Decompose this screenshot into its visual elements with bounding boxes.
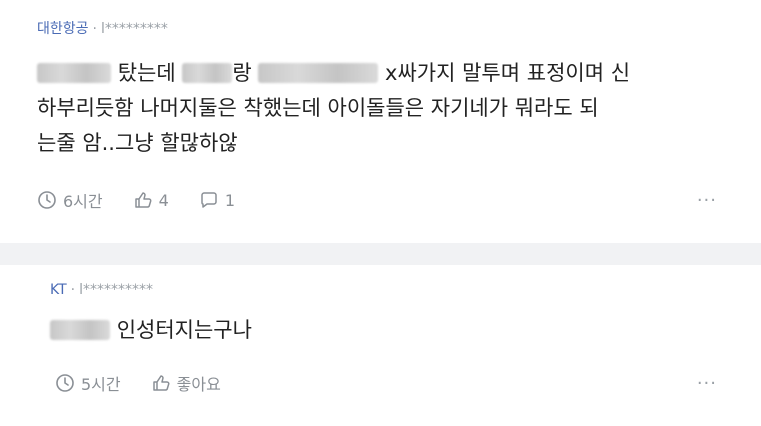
reply-count: 1 bbox=[224, 190, 235, 210]
comment-author[interactable]: 대한항공 bbox=[37, 21, 89, 37]
reply-button[interactable]: 1 bbox=[199, 190, 235, 210]
comment-body: 인성터지는구나 bbox=[50, 313, 730, 348]
clock-icon bbox=[38, 191, 56, 209]
comment-meta: KT · l********** bbox=[50, 282, 153, 298]
meta-separator: · bbox=[92, 21, 97, 37]
comment-text-segment: 랑 bbox=[232, 61, 252, 85]
comment-text-line: 는줄 암..그냥 할많하않 bbox=[37, 131, 238, 155]
time-label: 5시간 bbox=[81, 375, 121, 394]
more-options-button[interactable]: ··· bbox=[697, 373, 717, 394]
comment-actions: 6시간 4 1 bbox=[37, 188, 265, 212]
comment-text-segment: x싸가지 말투며 표정이며 신 bbox=[385, 61, 631, 85]
thumbs-up-icon bbox=[134, 192, 152, 208]
speech-bubble-icon bbox=[201, 192, 217, 208]
like-button[interactable]: 좋아요 bbox=[151, 371, 221, 395]
redacted-blur bbox=[37, 63, 111, 83]
comment-user-id: l********** bbox=[79, 282, 153, 298]
comment-1: 대한항공 · l********* 탔는데 랑 x싸가지 말투며 표정이며 신 하부… bbox=[0, 0, 761, 243]
comment-text-segment: 탔는데 bbox=[117, 61, 176, 85]
comment-actions: 5시간 좋아요 bbox=[55, 371, 251, 395]
comment-meta: 대한항공 · l********* bbox=[37, 18, 168, 38]
redacted-blur bbox=[258, 63, 379, 83]
timestamp: 6시간 bbox=[37, 188, 103, 212]
comment-user-id: l********* bbox=[100, 21, 168, 37]
time-label: 6시간 bbox=[63, 192, 103, 211]
redacted-blur bbox=[182, 63, 233, 83]
comment-divider bbox=[0, 243, 761, 265]
clock-icon bbox=[56, 374, 74, 392]
comment-author[interactable]: KT bbox=[50, 282, 67, 298]
thumbs-up-icon bbox=[152, 375, 170, 391]
comment-text-line: 하부리듯함 나머지둘은 착했는데 아이돌들은 자기네가 뭐라도 되 bbox=[37, 96, 599, 120]
comment-text: 인성터지는구나 bbox=[116, 318, 252, 342]
redacted-blur bbox=[50, 320, 110, 340]
like-count: 4 bbox=[158, 190, 169, 210]
comment-2: KT · l********** 인성터지는구나 5시간 좋아요 ··· bbox=[0, 265, 761, 426]
more-options-button[interactable]: ··· bbox=[697, 190, 717, 211]
like-button[interactable]: 4 bbox=[133, 190, 169, 210]
meta-separator: · bbox=[70, 282, 76, 298]
timestamp: 5시간 bbox=[55, 371, 121, 395]
comment-body: 탔는데 랑 x싸가지 말투며 표정이며 신 하부리듯함 나머지둘은 착했는데 아… bbox=[37, 56, 737, 161]
like-label: 좋아요 bbox=[176, 375, 221, 394]
